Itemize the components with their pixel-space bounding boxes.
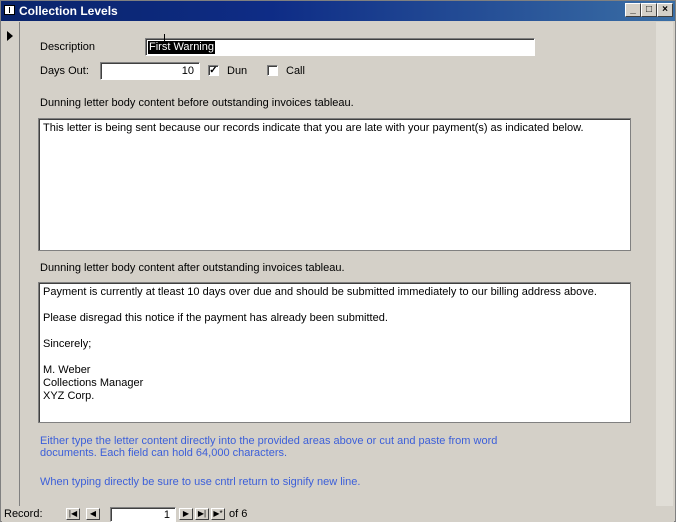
- record-label: Record:: [4, 508, 43, 520]
- text-cursor-icon: [164, 34, 165, 44]
- after-line-5: Sincerely;: [43, 338, 92, 350]
- description-value: First Warning: [148, 41, 215, 54]
- after-line-7: M. Weber: [43, 364, 91, 376]
- after-line-4: [43, 325, 626, 338]
- days-out-field[interactable]: 10: [100, 62, 200, 80]
- before-content-text: This letter is being sent because our re…: [43, 122, 584, 134]
- dun-checkbox[interactable]: ✓: [208, 65, 219, 76]
- dun-label: Dun: [227, 65, 248, 77]
- before-content-textarea[interactable]: This letter is being sent because our re…: [38, 118, 631, 251]
- window-title: Collection Levels: [19, 4, 118, 18]
- days-out-label: Days Out:: [40, 65, 89, 77]
- record-selector[interactable]: [2, 22, 20, 506]
- maximize-button[interactable]: □: [641, 3, 657, 17]
- minimize-button[interactable]: _: [625, 3, 641, 17]
- record-navigation-bar: Record: |◀ ◀ 1 ▶ ▶| ▶* of 6: [2, 506, 674, 522]
- instruction-line-3: When typing directly be sure to use cntr…: [40, 476, 361, 488]
- description-field[interactable]: First Warning: [145, 38, 535, 56]
- days-out-value: 10: [181, 65, 194, 77]
- vertical-scrollbar[interactable]: [656, 22, 673, 506]
- previous-record-button[interactable]: ◀: [86, 508, 100, 520]
- after-line-6: [43, 351, 626, 364]
- instruction-line-2: documents. Each field can hold 64,000 ch…: [40, 447, 288, 459]
- title-bar[interactable]: Collection Levels _ □ ×: [1, 1, 675, 21]
- close-button[interactable]: ×: [657, 3, 673, 17]
- form-icon: [4, 5, 15, 15]
- current-record-value: 1: [163, 509, 170, 521]
- after-line-9: XYZ Corp.: [43, 390, 95, 402]
- after-line-8: Collections Manager: [43, 377, 144, 389]
- next-record-button[interactable]: ▶: [179, 508, 193, 520]
- instruction-line-1: Either type the letter content directly …: [40, 435, 498, 447]
- first-record-button[interactable]: |◀: [66, 508, 80, 520]
- after-line-1: Payment is currently at tleast 10 days o…: [43, 286, 597, 298]
- current-record-field[interactable]: 1: [110, 507, 176, 522]
- before-content-label: Dunning letter body content before outst…: [40, 97, 354, 109]
- after-content-label: Dunning letter body content after outsta…: [40, 262, 345, 274]
- new-record-button[interactable]: ▶*: [211, 508, 225, 520]
- form-detail-section: Description First Warning Days Out: 10 ✓…: [20, 22, 655, 506]
- after-content-textarea[interactable]: Payment is currently at tleast 10 days o…: [38, 282, 631, 423]
- last-record-button[interactable]: ▶|: [195, 508, 209, 520]
- after-line-3: Please disregad this notice if the payme…: [43, 312, 388, 324]
- collection-levels-window: Collection Levels _ □ × Description Firs…: [0, 0, 676, 522]
- after-line-2: [43, 299, 626, 312]
- call-checkbox[interactable]: [267, 65, 278, 76]
- instruction-note-1: Either type the letter content directly …: [40, 435, 497, 459]
- current-record-arrow-icon: [7, 31, 13, 41]
- description-label: Description: [40, 41, 96, 53]
- record-count: of 6: [229, 508, 248, 520]
- call-label: Call: [286, 65, 305, 77]
